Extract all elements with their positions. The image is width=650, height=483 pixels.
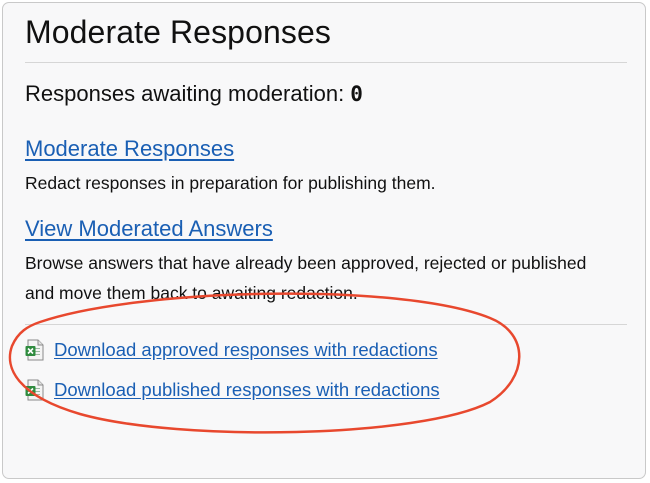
view-moderated-answers-description: Browse answers that have already been ap…: [25, 253, 587, 303]
spreadsheet-icon: [25, 339, 44, 361]
moderate-responses-description: Redact responses in preparation for publ…: [25, 173, 436, 193]
awaiting-moderation-status: Responses awaiting moderation: 0: [25, 81, 363, 107]
download-published-link[interactable]: Download published responses with redact…: [54, 379, 440, 401]
divider: [25, 62, 627, 63]
moderate-responses-link[interactable]: Moderate Responses: [25, 136, 234, 162]
download-published-row[interactable]: Download published responses with redact…: [25, 379, 440, 401]
awaiting-moderation-label: Responses awaiting moderation:: [25, 81, 351, 106]
view-moderated-answers-link[interactable]: View Moderated Answers: [25, 216, 273, 242]
moderate-responses-panel: Moderate Responses Responses awaiting mo…: [2, 2, 646, 479]
page-title: Moderate Responses: [25, 14, 331, 50]
spreadsheet-icon: [25, 379, 44, 401]
download-approved-link[interactable]: Download approved responses with redacti…: [54, 339, 438, 361]
download-approved-row[interactable]: Download approved responses with redacti…: [25, 339, 438, 361]
awaiting-moderation-count: 0: [350, 82, 363, 106]
divider: [25, 324, 627, 325]
